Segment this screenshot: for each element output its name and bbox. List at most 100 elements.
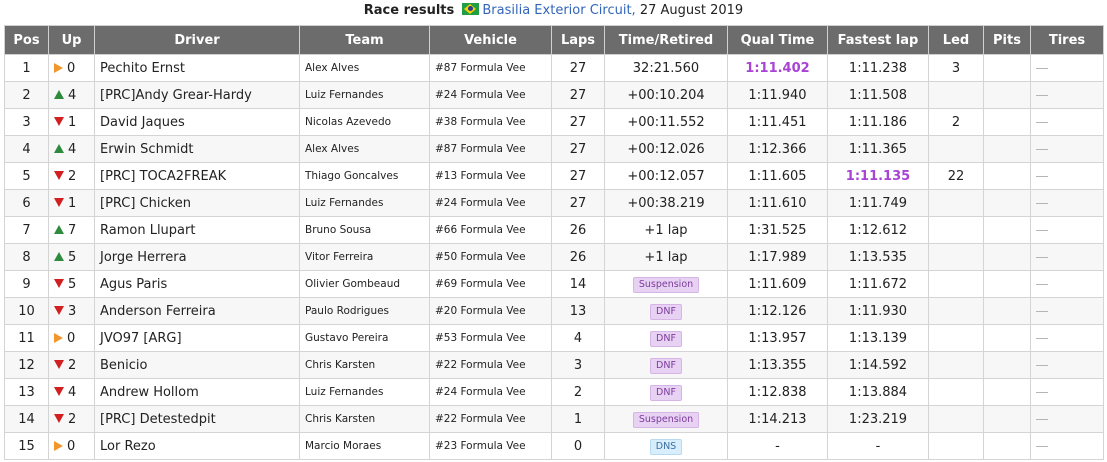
table-row: 10 3 Anderson Ferreira Paulo Rodrigues #20 F…	[4, 297, 1104, 325]
laps-cell: 1	[551, 405, 605, 433]
position-change-cell: 0	[48, 432, 95, 460]
position-change-value: 2	[68, 168, 77, 184]
qual-time-cell: 1:12.366	[727, 135, 828, 163]
led-cell	[928, 324, 984, 352]
table-row: 3 1 David Jaques Nicolas Azevedo #38 Formula…	[4, 108, 1104, 136]
fastest-lap-cell: 1:11.672	[827, 270, 929, 298]
column-header-pits: Pits	[983, 25, 1031, 55]
tire-dash-icon	[1036, 175, 1048, 177]
circuit-link[interactable]: Brasilia Exterior Circuit,	[482, 3, 635, 18]
position-change-value: 7	[68, 222, 77, 238]
led-cell	[928, 135, 984, 163]
table-row: 6 1 [PRC] Chicken Luiz Fernandes #24 Formula…	[4, 189, 1104, 217]
vehicle-cell: #38 Formula Vee	[429, 108, 552, 136]
fastest-lap-value: 1:13.535	[848, 249, 908, 265]
tire-dash-icon	[1036, 445, 1048, 447]
led-cell	[928, 189, 984, 217]
time-cell: DNF	[604, 351, 728, 379]
qual-time-cell: 1:11.610	[727, 189, 828, 217]
tire-dash-icon	[1036, 310, 1048, 312]
fastest-lap-cell: 1:11.749	[827, 189, 929, 217]
status-badge: DNF	[650, 330, 682, 347]
driver-cell: Erwin Schmidt	[94, 135, 300, 163]
vehicle-cell: #69 Formula Vee	[429, 270, 552, 298]
laps-cell: 27	[551, 108, 605, 136]
time-cell: DNF	[604, 378, 728, 406]
qual-time-value: 1:11.940	[748, 87, 807, 103]
led-cell	[928, 432, 984, 460]
qual-time-value: 1:11.609	[748, 276, 807, 292]
tires-cell	[1030, 108, 1104, 136]
qual-time-value: 1:14.213	[748, 411, 807, 427]
arrow-right-icon	[54, 62, 63, 73]
time-cell: Suspension	[604, 405, 728, 433]
position-change-value: 4	[68, 141, 77, 157]
vehicle-cell: #13 Formula Vee	[429, 162, 552, 190]
laps-cell: 2	[551, 378, 605, 406]
team-cell: Marcio Moraes	[299, 432, 430, 460]
pits-cell	[983, 216, 1031, 244]
tires-cell	[1030, 405, 1104, 433]
tire-dash-icon	[1036, 364, 1048, 366]
tires-cell	[1030, 324, 1104, 352]
qual-time-cell: 1:13.355	[727, 351, 828, 379]
time-cell: DNF	[604, 324, 728, 352]
race-results-caption: Race results Brasilia Exterior Circuit, …	[0, 0, 1107, 22]
pits-cell	[983, 189, 1031, 217]
laps-cell: 0	[551, 432, 605, 460]
position-change-value: 0	[67, 438, 76, 454]
race-results-table: Pos Up Driver Team Vehicle Laps Time/Retired Qu…	[4, 25, 1104, 460]
qual-time-value: 1:17.989	[748, 249, 807, 265]
fastest-lap-value: 1:11.135	[845, 168, 911, 184]
pits-cell	[983, 378, 1031, 406]
position-change-cell: 0	[48, 324, 95, 352]
tire-dash-icon	[1036, 121, 1048, 123]
table-row: 4 4 Erwin Schmidt Alex Alves #87 Formula Vee…	[4, 135, 1104, 163]
pits-cell	[983, 324, 1031, 352]
tires-cell	[1030, 162, 1104, 190]
pits-cell	[983, 162, 1031, 190]
fastest-lap-cell: 1:13.139	[827, 324, 929, 352]
driver-cell: [PRC]Andy Grear-Hardy	[94, 81, 300, 109]
led-cell	[928, 297, 984, 325]
qual-time-cell: 1:11.605	[727, 162, 828, 190]
led-cell	[928, 243, 984, 271]
position-change-cell: 4	[48, 81, 95, 109]
column-header-tires: Tires	[1030, 25, 1104, 55]
pits-cell	[983, 297, 1031, 325]
qual-time-cell: 1:11.451	[727, 108, 828, 136]
qual-time-cell: 1:11.402	[727, 54, 828, 82]
caption-label: Race results	[363, 3, 455, 18]
time-cell: +00:12.026	[604, 135, 728, 163]
tires-cell	[1030, 135, 1104, 163]
team-cell: Olivier Gombeaud	[299, 270, 430, 298]
laps-cell: 26	[551, 243, 605, 271]
team-cell: Chris Karsten	[299, 405, 430, 433]
driver-cell: Benicio	[94, 351, 300, 379]
position-change-value: 1	[68, 114, 77, 130]
qual-time-value: 1:11.451	[748, 114, 807, 130]
qual-time-cell: 1:13.957	[727, 324, 828, 352]
team-cell: Gustavo Pereira	[299, 324, 430, 352]
team-cell: Nicolas Azevedo	[299, 108, 430, 136]
table-row: 7 7 Ramon Llupart Bruno Sousa #66 Formula Ve…	[4, 216, 1104, 244]
arrow-up-icon	[54, 251, 64, 261]
time-cell: +00:12.057	[604, 162, 728, 190]
team-cell: Luiz Fernandes	[299, 378, 430, 406]
fastest-lap-value: 1:14.592	[848, 357, 908, 373]
table-row: 14 2 [PRC] Detestedpit Chris Karsten #22 For…	[4, 405, 1104, 433]
position-change-value: 1	[68, 195, 77, 211]
position-change-cell: 7	[48, 216, 95, 244]
fastest-lap-cell: 1:11.930	[827, 297, 929, 325]
vehicle-cell: #87 Formula Vee	[429, 135, 552, 163]
tire-dash-icon	[1036, 229, 1048, 231]
qual-time-cell: -	[727, 432, 828, 460]
qual-time-cell: 1:14.213	[727, 405, 828, 433]
arrow-down-icon	[54, 170, 64, 180]
position-change-value: 5	[68, 249, 77, 265]
status-badge: Suspension	[632, 411, 700, 428]
tire-dash-icon	[1036, 283, 1048, 285]
tires-cell	[1030, 81, 1104, 109]
table-body: 1 0 Pechito Ernst Alex Alves #87 Formula Vee…	[4, 54, 1104, 460]
tires-cell	[1030, 189, 1104, 217]
